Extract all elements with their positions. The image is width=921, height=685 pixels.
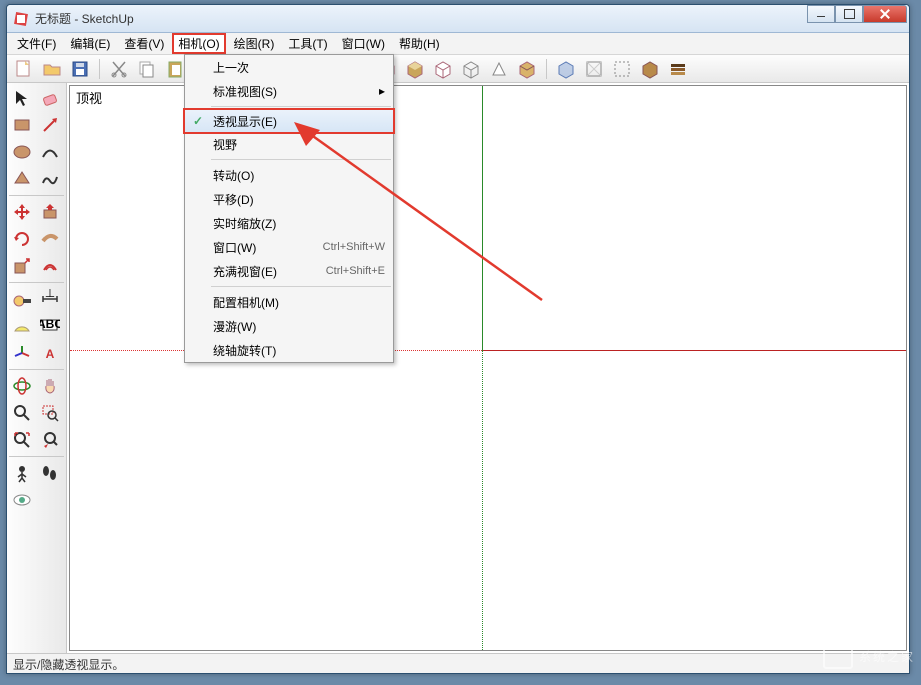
cut-icon[interactable] bbox=[108, 58, 130, 80]
eraser-tool-icon[interactable] bbox=[37, 85, 63, 111]
zoom-tool-icon[interactable] bbox=[9, 400, 35, 426]
status-text: 显示/隐藏透视显示。 bbox=[13, 658, 124, 672]
previous-view-tool-icon[interactable] bbox=[37, 427, 63, 453]
menu-item-walk[interactable]: 漫游(W) bbox=[185, 314, 393, 338]
menu-edit[interactable]: 编辑(E) bbox=[64, 33, 116, 54]
svg-text:⊥: ⊥ bbox=[45, 289, 55, 300]
menu-item-previous[interactable]: 上一次 bbox=[185, 55, 393, 79]
fog-icon[interactable] bbox=[667, 58, 689, 80]
left-toolbox: ⊥ ABC A bbox=[7, 83, 67, 653]
arc-tool-icon[interactable] bbox=[37, 139, 63, 165]
menu-separator bbox=[211, 106, 391, 107]
menu-item-look-around[interactable]: 绕轴旋转(T) bbox=[185, 338, 393, 362]
scale-tool-icon[interactable] bbox=[9, 253, 35, 279]
freehand-tool-icon[interactable] bbox=[37, 166, 63, 192]
menu-item-zoom-window[interactable]: 窗口(W)Ctrl+Shift+W bbox=[185, 235, 393, 259]
section-cut-icon[interactable] bbox=[611, 58, 633, 80]
walk-tool-icon[interactable] bbox=[37, 460, 63, 486]
menu-item-zoom-extents[interactable]: 充满视窗(E)Ctrl+Shift+E bbox=[185, 259, 393, 283]
tape-measure-tool-icon[interactable] bbox=[9, 286, 35, 312]
menu-window[interactable]: 窗口(W) bbox=[336, 33, 391, 54]
menu-help[interactable]: 帮助(H) bbox=[393, 33, 446, 54]
style-shaded-icon[interactable] bbox=[404, 58, 426, 80]
maximize-button[interactable] bbox=[835, 5, 863, 23]
circle-tool-icon[interactable] bbox=[9, 139, 35, 165]
axis-x-positive bbox=[482, 350, 906, 351]
position-camera-tool-icon[interactable] bbox=[9, 460, 35, 486]
style-monochrome-icon[interactable] bbox=[488, 58, 510, 80]
menu-item-field-of-view[interactable]: 视野 bbox=[185, 132, 393, 156]
dimension-tool-icon[interactable]: ⊥ bbox=[37, 286, 63, 312]
svg-text:A: A bbox=[46, 347, 55, 361]
style-wireframe-icon[interactable] bbox=[460, 58, 482, 80]
orbit-tool-icon[interactable] bbox=[9, 373, 35, 399]
xray-icon[interactable] bbox=[555, 58, 577, 80]
transparent-icon[interactable] bbox=[583, 58, 605, 80]
axis-y-negative bbox=[482, 350, 483, 650]
camera-dropdown-menu: 上一次 标准视图(S)▸ ✓透视显示(E) 视野 转动(O) 平移(D) 实时缩… bbox=[184, 54, 394, 363]
menu-camera[interactable]: 相机(O) bbox=[172, 33, 225, 54]
shadows-icon[interactable] bbox=[639, 58, 661, 80]
paste-icon[interactable] bbox=[164, 58, 186, 80]
style-back-edges-icon[interactable] bbox=[516, 58, 538, 80]
check-icon: ✓ bbox=[193, 114, 203, 128]
menu-tools[interactable]: 工具(T) bbox=[282, 33, 333, 54]
select-tool-icon[interactable] bbox=[9, 85, 35, 111]
offset-tool-icon[interactable] bbox=[37, 253, 63, 279]
app-icon bbox=[13, 11, 29, 27]
title-bar: 无标题 - SketchUp bbox=[7, 5, 909, 33]
text-tool-icon[interactable]: ABC bbox=[37, 313, 63, 339]
pushpull-tool-icon[interactable] bbox=[37, 199, 63, 225]
zoom-window-tool-icon[interactable] bbox=[37, 400, 63, 426]
menu-item-perspective[interactable]: ✓透视显示(E) bbox=[184, 109, 394, 133]
view-label: 顶视 bbox=[76, 88, 102, 107]
protractor-tool-icon[interactable] bbox=[9, 313, 35, 339]
axes-tool-icon[interactable] bbox=[9, 340, 35, 366]
minimize-button[interactable] bbox=[807, 5, 835, 23]
menu-item-pan[interactable]: 平移(D) bbox=[185, 187, 393, 211]
3dtext-tool-icon[interactable]: A bbox=[37, 340, 63, 366]
zoom-extents-tool-icon[interactable] bbox=[9, 427, 35, 453]
toolbar-separator bbox=[546, 59, 547, 79]
copy-icon[interactable] bbox=[136, 58, 158, 80]
menu-item-position-camera[interactable]: 配置相机(M) bbox=[185, 290, 393, 314]
content-area: ⊥ ABC A bbox=[7, 83, 909, 653]
menu-file[interactable]: 文件(F) bbox=[11, 33, 62, 54]
pan-tool-icon[interactable] bbox=[37, 373, 63, 399]
menu-bar: 文件(F) 编辑(E) 查看(V) 相机(O) 绘图(R) 工具(T) 窗口(W… bbox=[7, 33, 909, 55]
move-tool-icon[interactable] bbox=[9, 199, 35, 225]
save-icon[interactable] bbox=[69, 58, 91, 80]
menu-item-standard-views[interactable]: 标准视图(S)▸ bbox=[185, 79, 393, 103]
rectangle-tool-icon[interactable] bbox=[9, 112, 35, 138]
rotate-tool-icon[interactable] bbox=[9, 226, 35, 252]
axis-y-positive bbox=[482, 86, 483, 350]
menu-view[interactable]: 查看(V) bbox=[118, 33, 170, 54]
style-hidden-line-icon[interactable] bbox=[432, 58, 454, 80]
followme-tool-icon[interactable] bbox=[37, 226, 63, 252]
main-toolbar: i ? bbox=[7, 55, 909, 83]
status-bar: 显示/隐藏透视显示。 bbox=[7, 653, 909, 673]
window-controls bbox=[807, 9, 907, 29]
look-around-tool-icon[interactable] bbox=[9, 487, 35, 513]
menu-draw[interactable]: 绘图(R) bbox=[228, 33, 281, 54]
menu-item-orbit[interactable]: 转动(O) bbox=[185, 163, 393, 187]
polygon-tool-icon[interactable] bbox=[9, 166, 35, 192]
app-window: 无标题 - SketchUp 文件(F) 编辑(E) 查看(V) 相机(O) 绘… bbox=[6, 4, 910, 674]
menu-separator bbox=[211, 286, 391, 287]
new-file-icon[interactable] bbox=[13, 58, 35, 80]
menu-item-zoom[interactable]: 实时缩放(Z) bbox=[185, 211, 393, 235]
toolbar-separator bbox=[99, 59, 100, 79]
menu-separator bbox=[211, 159, 391, 160]
svg-text:ABC: ABC bbox=[40, 317, 60, 331]
open-file-icon[interactable] bbox=[41, 58, 63, 80]
line-tool-icon[interactable] bbox=[37, 112, 63, 138]
window-title: 无标题 - SketchUp bbox=[35, 10, 807, 27]
close-button[interactable] bbox=[863, 5, 907, 23]
section-plane-tool-icon[interactable] bbox=[37, 487, 63, 513]
submenu-arrow-icon: ▸ bbox=[379, 84, 385, 98]
